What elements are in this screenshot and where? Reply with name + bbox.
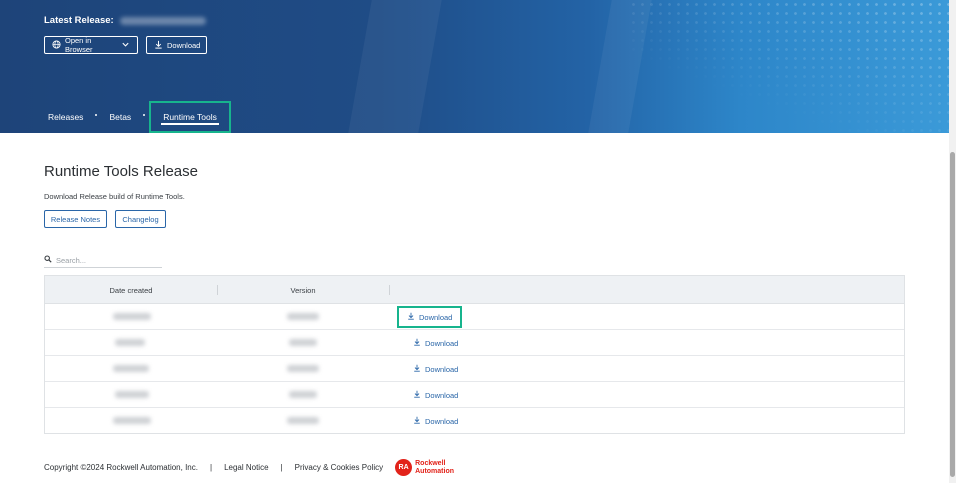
table-row: Download [45, 304, 904, 330]
table-row: Download [45, 356, 904, 382]
row-download-link[interactable]: Download [397, 306, 463, 328]
download-icon [413, 416, 421, 426]
logo-text: Rockwell Automation [415, 460, 454, 475]
version-cell-redacted [289, 339, 317, 346]
logo-line: Rockwell [415, 460, 446, 467]
tab-betas[interactable]: Betas [105, 101, 135, 133]
page-scrollbar[interactable] [949, 0, 956, 483]
privacy-policy-link[interactable]: Privacy & Cookies Policy [295, 463, 383, 472]
download-label: Download [419, 312, 453, 322]
search-icon [44, 255, 52, 265]
download-label: Download [167, 40, 201, 50]
download-icon [154, 40, 163, 51]
row-download-link[interactable]: Download [407, 334, 464, 352]
column-divider [389, 285, 390, 295]
row-download-link[interactable]: Download [407, 412, 464, 430]
version-cell-redacted [289, 391, 317, 398]
download-icon [413, 390, 421, 400]
download-icon [413, 338, 421, 348]
download-label: Download [425, 338, 459, 348]
open-in-browser-label: Open in Browser [65, 36, 93, 54]
download-icon [413, 364, 421, 374]
download-label: Download [425, 390, 459, 400]
download-label: Download [425, 416, 459, 426]
release-notes-button[interactable]: Release Notes [44, 210, 107, 228]
chevron-down-icon [121, 40, 130, 51]
date-cell-redacted [115, 391, 149, 398]
footer-separator: | [280, 463, 283, 472]
releases-table: Date created Version Download Download D… [44, 275, 905, 434]
latest-release-version-redacted [119, 16, 206, 25]
download-icon [407, 312, 415, 322]
tab-label: Betas [109, 112, 132, 122]
version-cell-redacted [287, 365, 319, 372]
table-row: Download [45, 382, 904, 408]
footer-separator: | [209, 463, 213, 472]
row-download-link[interactable]: Download [407, 360, 464, 378]
search-input[interactable]: Search... [56, 256, 86, 265]
open-in-browser-button[interactable]: Open in Browser [44, 36, 138, 54]
ra-logo-mark: RA [395, 459, 413, 476]
version-cell-redacted [287, 417, 319, 424]
changelog-button[interactable]: Changelog [115, 210, 166, 228]
scrollbar-thumb[interactable] [950, 152, 955, 477]
column-header-date-created[interactable]: Date created [45, 276, 217, 304]
download-label: Download [425, 364, 459, 374]
table-row: Download [45, 408, 904, 434]
rockwell-automation-logo[interactable]: RA Rockwell Automation [395, 459, 454, 476]
latest-release-label: Latest Release: [44, 15, 114, 26]
date-cell-redacted [113, 417, 151, 424]
table-row: Download [45, 330, 904, 356]
table-header: Date created Version [45, 276, 904, 304]
date-cell-redacted [115, 339, 145, 346]
tab-runtime-tools[interactable]: Runtime Tools [149, 101, 231, 133]
date-cell-redacted [113, 365, 149, 372]
search-field[interactable]: Search... [44, 253, 162, 268]
date-cell-redacted [113, 313, 151, 320]
tab-separator [95, 114, 98, 116]
globe-icon [52, 39, 61, 51]
hero-dot-pattern [629, 0, 949, 133]
page-title: Runtime Tools Release [44, 163, 198, 180]
row-download-link[interactable]: Download [407, 386, 464, 404]
tab-label: Runtime Tools [163, 112, 217, 122]
legal-notice-link[interactable]: Legal Notice [224, 463, 268, 472]
page-subtitle: Download Release build of Runtime Tools. [44, 192, 185, 201]
copyright: Copyright ©2024 Rockwell Automation, Inc… [44, 463, 198, 472]
logo-line: Automation [415, 467, 454, 475]
tab-separator [143, 114, 146, 116]
download-latest-button[interactable]: Download [146, 36, 207, 54]
tab-label: Releases [48, 112, 84, 122]
column-header-version[interactable]: Version [217, 276, 389, 304]
tab-releases[interactable]: Releases [44, 101, 87, 133]
footer: Copyright ©2024 Rockwell Automation, Inc… [44, 459, 454, 476]
version-cell-redacted [287, 313, 319, 320]
hero-banner: Latest Release: Open in Browser Download… [0, 0, 949, 133]
latest-release: Latest Release: [44, 15, 206, 26]
hero-band [348, 0, 442, 133]
release-tabs: Releases Betas Runtime Tools [44, 101, 231, 133]
